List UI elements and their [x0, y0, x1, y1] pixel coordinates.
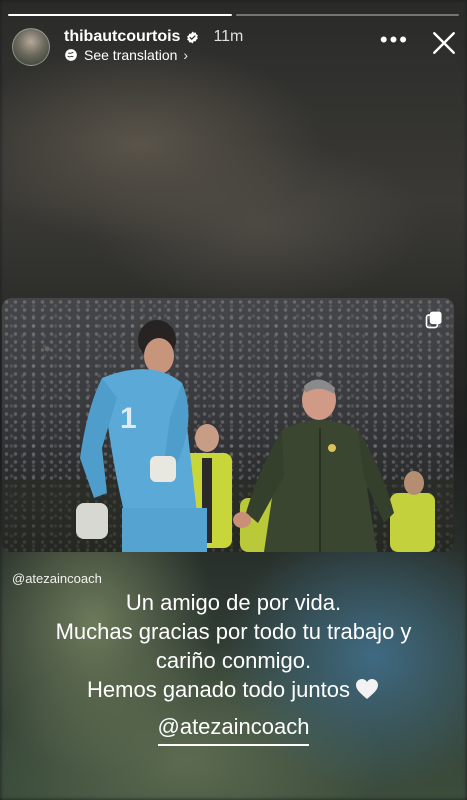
- caption-line-with-heart: Hemos ganado todo juntos: [0, 675, 467, 704]
- verified-icon: [187, 31, 199, 43]
- caption-line: Muchas gracias por todo tu trabajo y: [55, 619, 412, 644]
- username[interactable]: thibautcourtois: [64, 28, 180, 46]
- caption-line: Hemos ganado todo juntos: [87, 677, 350, 702]
- mention-sticker[interactable]: @atezaincoach: [157, 710, 310, 746]
- avatar[interactable]: [12, 28, 50, 66]
- post-time: 11m: [213, 28, 244, 45]
- caption-line: Un amigo de por vida.: [125, 590, 342, 615]
- repost-icon[interactable]: [424, 310, 444, 330]
- see-translation-label: See translation: [84, 47, 178, 63]
- photo-credit[interactable]: @atezaincoach: [12, 571, 102, 586]
- story-caption: Un amigo de por vida. Muchas gracias por…: [0, 588, 467, 746]
- svg-text:1: 1: [120, 402, 137, 435]
- caption-line: cariño conmigo.: [155, 648, 312, 673]
- see-translation-link[interactable]: See translation ›: [64, 47, 188, 63]
- photo-scene: 1: [2, 320, 454, 552]
- shared-photo[interactable]: 1: [2, 298, 454, 552]
- close-icon[interactable]: [431, 30, 457, 56]
- story-progress: [8, 14, 459, 16]
- progress-segment: [8, 14, 232, 16]
- progress-segment: [235, 14, 459, 16]
- user-row: thibautcourtois 11m: [64, 28, 243, 46]
- more-icon[interactable]: •••: [380, 29, 409, 51]
- globe-icon: [65, 49, 77, 61]
- story-header: thibautcourtois 11m See translation › ••…: [12, 24, 457, 68]
- chevron-right-icon: ›: [183, 47, 189, 63]
- heart-icon: [355, 679, 378, 699]
